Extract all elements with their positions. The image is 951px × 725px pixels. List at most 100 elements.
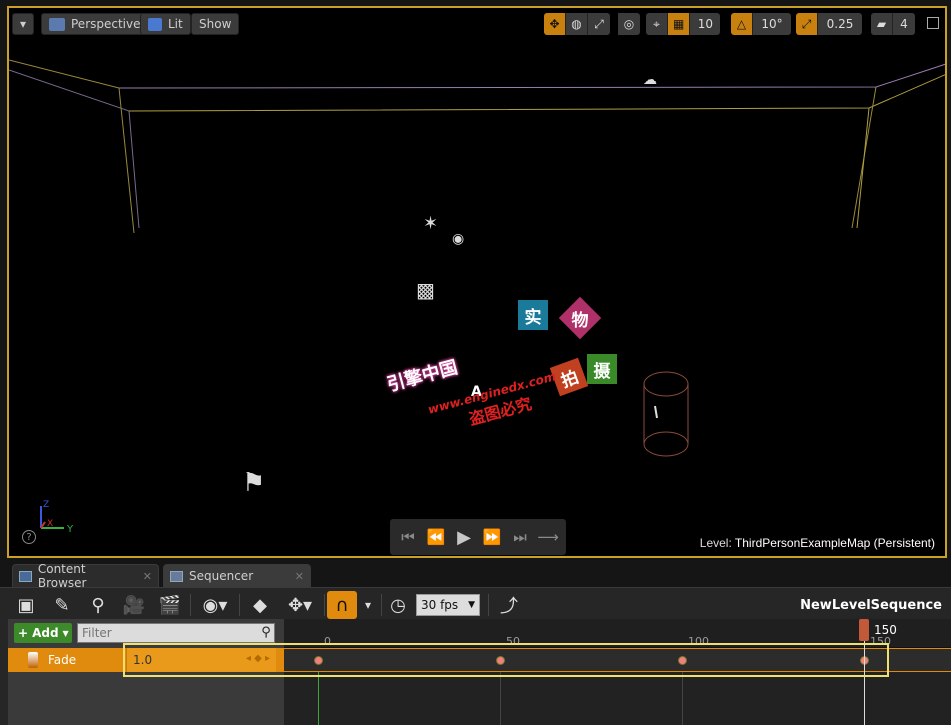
auto-key-icon[interactable]: ✥▾: [278, 591, 322, 619]
grid-snap-group: ⌖ ▦ 10: [646, 13, 721, 35]
viewport-options-button[interactable]: ▾: [12, 13, 34, 35]
level-label: Level:: [699, 536, 732, 550]
tab-content-browser[interactable]: Content Browser ✕: [12, 562, 159, 590]
play-icon[interactable]: ▶: [453, 526, 475, 548]
level-name: ThirdPersonExampleMap (Persistent): [734, 536, 935, 550]
tab-label: Sequencer: [189, 569, 254, 583]
snap-options-dropdown-icon[interactable]: ▾: [357, 591, 379, 619]
chevron-down-icon: ▼: [62, 628, 69, 638]
rotation-snap-value[interactable]: 10°: [753, 13, 791, 35]
key-icon[interactable]: ◆: [242, 591, 278, 619]
coordinate-space-group: ◎: [618, 13, 640, 35]
keyframe[interactable]: [314, 656, 323, 665]
save-as-icon[interactable]: ✎: [44, 591, 80, 619]
snap-magnet-icon[interactable]: ∩: [327, 591, 357, 619]
perspective-label: Perspective: [71, 17, 141, 31]
rotate-mode-icon[interactable]: ◍: [566, 13, 588, 35]
render-movie-icon[interactable]: 🎬: [152, 591, 188, 619]
axis-x-label: X: [47, 519, 53, 529]
player-start-icon[interactable]: ⚑: [242, 468, 265, 498]
lit-label: Lit: [168, 17, 183, 31]
toolbar-separator: [381, 594, 382, 616]
step-back-icon[interactable]: ⏪: [425, 526, 447, 548]
content-browser-icon: [19, 570, 32, 582]
track-value-field[interactable]: 1.0 ◂ ◆ ▸: [126, 648, 276, 672]
watermark-box-2: 物: [558, 296, 602, 340]
find-in-content-browser-icon[interactable]: ⚲: [80, 591, 116, 619]
scene-wireframe: [9, 59, 945, 457]
watermark-box-1: 实: [518, 300, 548, 330]
lit-cube-icon: [148, 17, 162, 31]
lit-button[interactable]: Lit: [140, 13, 191, 35]
track-row-fade[interactable]: Fade 1.0 ◂ ◆ ▸: [8, 648, 284, 672]
close-icon[interactable]: ✕: [143, 570, 152, 583]
time-icon[interactable]: ◷: [384, 591, 412, 619]
sequencer-panel: ▣ ✎ ⚲ 🎥 🎬 ◉▾ ◆ ✥▾ ∩ ▾ ◷ 30 fps ▼ ⤴ NewLe…: [0, 587, 951, 725]
axis-z-label: Z: [43, 500, 49, 510]
level-viewport[interactable]: ☁ ✶ ◉ ▩ ⚑ A 实 物 拍 摄 引擎中国 www.enginedx.co…: [7, 6, 947, 558]
world-space-icon[interactable]: ◎: [618, 13, 640, 35]
scale-snap-group: ⤢ 0.25: [796, 13, 862, 35]
level-sequence-actor-icon[interactable]: ▩: [416, 278, 435, 302]
chevron-down-icon: ▼: [468, 600, 475, 610]
sky-light-icon[interactable]: ☁: [643, 72, 657, 88]
watermark-box-4: 摄: [587, 354, 617, 384]
rotation-snap-group: △ 10°: [731, 13, 791, 35]
playback-controls: ⏮ ⏪ ▶ ⏩ ⏭ ⟶: [390, 519, 566, 555]
camera-speed-group: ▰ 4: [871, 13, 915, 35]
camera-speed-value[interactable]: 4: [893, 13, 915, 35]
keyframe[interactable]: [496, 656, 505, 665]
help-icon[interactable]: ?: [22, 530, 36, 544]
view-options-icon[interactable]: ◉▾: [193, 591, 237, 619]
loop-icon[interactable]: ⟶: [537, 526, 559, 548]
show-button[interactable]: Show: [191, 13, 240, 35]
maximize-viewport-icon[interactable]: [927, 17, 939, 29]
track-name: Fade: [48, 653, 77, 667]
surface-snap-icon[interactable]: ⌖: [646, 13, 668, 35]
light-source-icon[interactable]: ✶: [423, 213, 438, 234]
tab-sequencer[interactable]: Sequencer ✕: [163, 564, 311, 587]
jump-to-end-icon[interactable]: ⏭: [509, 526, 531, 548]
toolbar-separator: [190, 594, 191, 616]
key-navigation-icon[interactable]: ◂ ◆ ▸: [246, 653, 270, 664]
scale-snap-icon[interactable]: ⤢: [796, 13, 818, 35]
step-forward-icon[interactable]: ⏩: [481, 526, 503, 548]
create-camera-icon[interactable]: 🎥: [116, 591, 152, 619]
playhead-handle[interactable]: [859, 619, 869, 641]
scale-snap-value[interactable]: 0.25: [818, 13, 862, 35]
watermark-line-1: 引擎中国: [384, 356, 460, 396]
add-track-button[interactable]: + Add ▼: [14, 623, 72, 643]
ruler-tick: 50: [506, 635, 520, 648]
fade-track-icon: [28, 652, 38, 668]
time-ruler[interactable]: 0 50 100 150: [284, 619, 951, 648]
fps-select[interactable]: 30 fps ▼: [416, 594, 480, 616]
sequencer-icon: [170, 570, 183, 582]
grid-snap-value[interactable]: 10: [690, 13, 721, 35]
jump-to-start-icon[interactable]: ⏮: [397, 526, 419, 548]
timeline-area[interactable]: 0 50 100 150 150: [284, 619, 951, 725]
scale-mode-icon[interactable]: ⤢: [588, 13, 610, 35]
perspective-icon: [49, 17, 65, 31]
grid-snap-icon[interactable]: ▦: [668, 13, 691, 35]
fps-value: 30 fps: [421, 598, 459, 612]
toolbar-separator: [324, 594, 325, 616]
curve-editor-icon[interactable]: ⤴: [491, 591, 527, 619]
filter-input[interactable]: [77, 623, 275, 643]
close-icon[interactable]: ✕: [295, 570, 304, 583]
watermark: 实 物 拍 摄 引擎中国 www.enginedx.com 盗图必究: [384, 296, 624, 430]
sphere-reflection-icon[interactable]: ◉: [452, 231, 464, 247]
sequencer-toolbar: ▣ ✎ ⚲ 🎥 🎬 ◉▾ ◆ ✥▾ ∩ ▾ ◷ 30 fps ▼ ⤴ NewLe…: [8, 590, 946, 620]
plus-icon: +: [18, 626, 29, 640]
search-icon: ⚲: [261, 624, 271, 640]
playhead-frame: 150: [874, 623, 897, 637]
save-icon[interactable]: ▣: [8, 591, 44, 619]
axis-gizmo: Y X Z: [40, 500, 74, 535]
fade-track-lane[interactable]: [284, 648, 951, 672]
transform-mode-group: ✥ ◍ ⤢: [544, 13, 610, 35]
ruler-tick: 100: [688, 635, 709, 648]
perspective-button[interactable]: Perspective: [41, 13, 149, 35]
rotation-snap-icon[interactable]: △: [731, 13, 753, 35]
translate-mode-icon[interactable]: ✥: [544, 13, 566, 35]
keyframe[interactable]: [678, 656, 687, 665]
camera-speed-icon[interactable]: ▰: [871, 13, 893, 35]
